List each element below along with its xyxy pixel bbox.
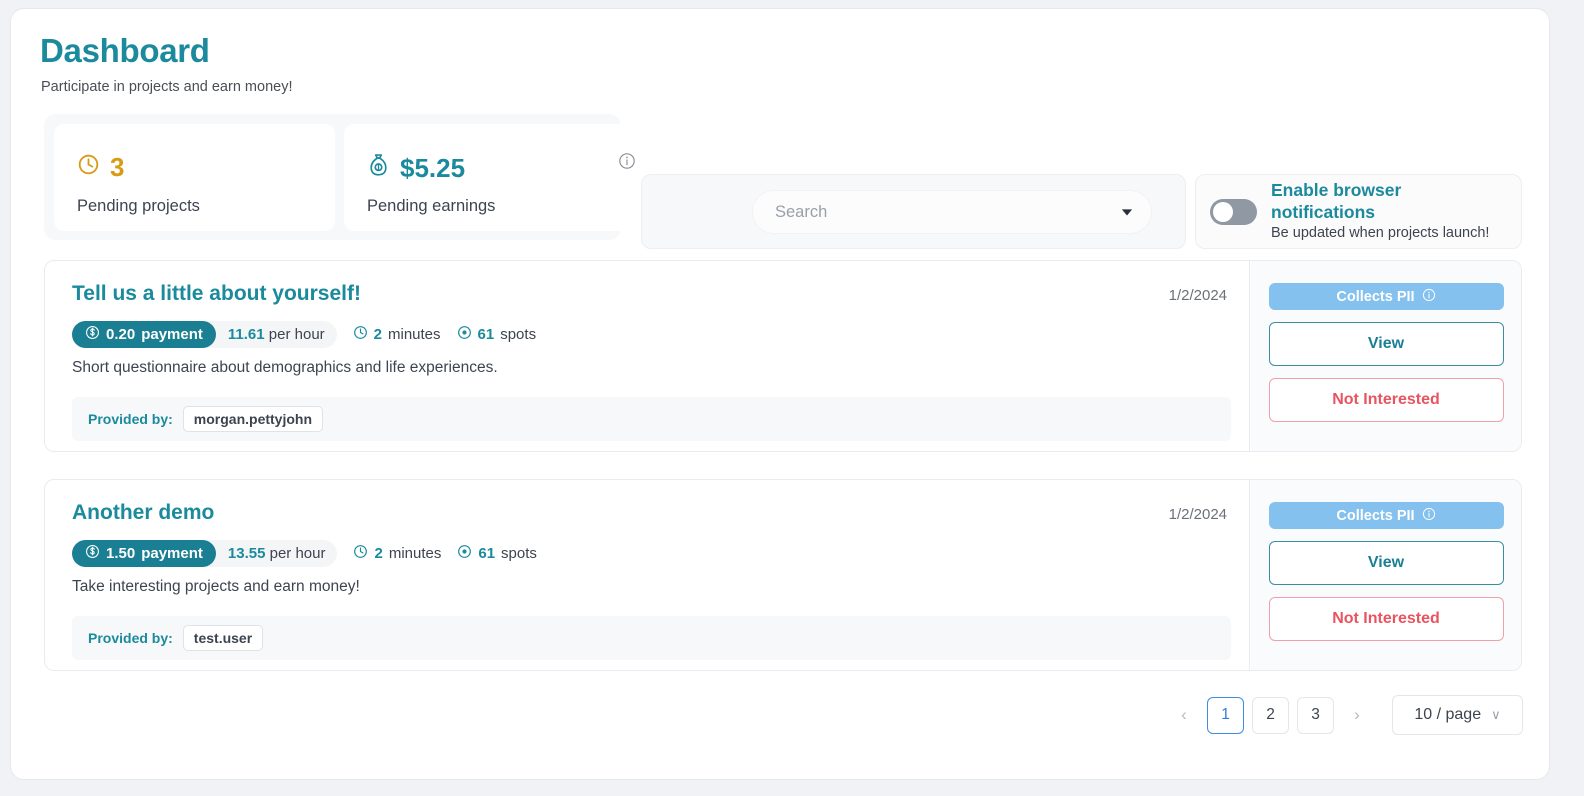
project-card-body: Tell us a little about yourself! 1/2/202… [45, 261, 1250, 451]
project-title[interactable]: Another demo [72, 501, 214, 525]
notifications-toggle[interactable] [1210, 199, 1257, 225]
money-bag-icon [367, 153, 390, 182]
notifications-subtitle: Be updated when projects launch! [1271, 224, 1507, 243]
duration-value: 2 [374, 326, 382, 343]
provided-by-user: morgan.pettyjohn [183, 406, 323, 432]
project-card: Another demo 1/2/2024 1.50 payment [44, 479, 1522, 671]
duration-unit: minutes [389, 545, 442, 562]
rate-unit: per hour [270, 545, 326, 562]
duration-unit: minutes [388, 326, 441, 343]
payment-badge: 0.20 payment [72, 321, 216, 348]
project-card: Tell us a little about yourself! 1/2/202… [44, 260, 1522, 452]
provided-by-label: Provided by: [88, 411, 173, 427]
rate-unit: per hour [269, 326, 325, 343]
payment-group: 1.50 payment 13.55 per hour [72, 540, 337, 567]
clock-icon [353, 544, 368, 563]
hourly-rate: 13.55 per hour [228, 545, 326, 562]
info-icon[interactable] [618, 152, 636, 170]
duration-item: 2 minutes [353, 544, 441, 563]
payment-unit: payment [141, 545, 203, 562]
chevron-down-icon: ∨ [1491, 707, 1501, 723]
spots-value: 61 [478, 326, 495, 343]
project-card-actions: Collects PII View Not Interested [1251, 261, 1521, 451]
search-input-wrapper[interactable] [752, 190, 1152, 234]
stat-label: Pending earnings [367, 197, 495, 216]
page-subtitle: Participate in projects and earn money! [41, 79, 292, 95]
project-meta-row: 1.50 payment 13.55 per hour [72, 540, 537, 567]
provided-by-label: Provided by: [88, 630, 173, 646]
rate-value: 11.61 [228, 326, 265, 343]
browser-notifications-panel: Enable browser notifications Be updated … [1195, 174, 1522, 249]
spots-value: 61 [478, 545, 495, 562]
pagination-page-2[interactable]: 2 [1252, 697, 1289, 734]
page-size-select[interactable]: 10 / page ∨ [1392, 695, 1523, 735]
stat-top-row: $5.25 [367, 153, 465, 182]
view-button[interactable]: View [1269, 541, 1504, 585]
provided-by-bar: Provided by: morgan.pettyjohn [72, 397, 1231, 441]
payment-amount: 0.20 [106, 326, 135, 343]
project-date: 1/2/2024 [1169, 506, 1227, 523]
dollar-circle-icon [85, 325, 100, 344]
collects-pii-badge[interactable]: Collects PII [1269, 283, 1504, 310]
view-button[interactable]: View [1269, 322, 1504, 366]
spots-unit: spots [500, 326, 536, 343]
pagination-prev-button[interactable]: ‹ [1169, 699, 1199, 731]
project-title[interactable]: Tell us a little about yourself! [72, 282, 361, 306]
project-card-actions: Collects PII View Not Interested [1251, 480, 1521, 670]
info-icon[interactable] [1422, 288, 1436, 306]
stats-strip: 3 Pending projects $5.25 Pending earning… [44, 114, 621, 240]
target-icon [457, 544, 472, 563]
notifications-text: Enable browser notifications Be updated … [1271, 180, 1507, 243]
provided-by-user: test.user [183, 625, 263, 651]
duration-value: 2 [374, 545, 382, 562]
project-card-body: Another demo 1/2/2024 1.50 payment [45, 480, 1250, 670]
page-title: Dashboard [40, 33, 210, 69]
collects-pii-badge[interactable]: Collects PII [1269, 502, 1504, 529]
payment-unit: payment [141, 326, 203, 343]
duration-item: 2 minutes [353, 325, 441, 344]
dashboard-page: Dashboard Participate in projects and ea… [10, 8, 1550, 780]
page-size-label: 10 / page [1414, 706, 1481, 724]
collects-pii-label: Collects PII [1336, 289, 1414, 305]
stat-label: Pending projects [77, 197, 200, 216]
target-icon [457, 325, 472, 344]
not-interested-button[interactable]: Not Interested [1269, 378, 1504, 422]
dollar-circle-icon [85, 544, 100, 563]
hourly-rate: 11.61 per hour [228, 326, 325, 343]
search-input[interactable] [753, 203, 1119, 222]
pagination: ‹ 1 2 3 › 10 / page ∨ [1169, 695, 1523, 735]
collects-pii-label: Collects PII [1336, 508, 1414, 524]
project-description: Take interesting projects and earn money… [72, 578, 360, 596]
notifications-title: Enable browser notifications [1271, 180, 1507, 224]
clock-icon [77, 153, 100, 181]
spots-item: 61 spots [457, 325, 537, 344]
provided-by-bar: Provided by: test.user [72, 616, 1231, 660]
payment-badge: 1.50 payment [72, 540, 216, 567]
clock-icon [353, 325, 368, 344]
chevron-down-icon[interactable] [1119, 204, 1135, 220]
pagination-next-button[interactable]: › [1342, 699, 1372, 731]
stat-value: 3 [110, 154, 124, 180]
not-interested-button[interactable]: Not Interested [1269, 597, 1504, 641]
project-description: Short questionnaire about demographics a… [72, 359, 498, 377]
payment-group: 0.20 payment 11.61 per hour [72, 321, 337, 348]
stat-top-row: 3 [77, 153, 124, 181]
payment-amount: 1.50 [106, 545, 135, 562]
project-date: 1/2/2024 [1169, 287, 1227, 304]
stat-card-pending-earnings: $5.25 Pending earnings [344, 124, 631, 231]
rate-value: 13.55 [228, 545, 266, 562]
info-icon[interactable] [1422, 507, 1436, 525]
stat-card-pending-projects: 3 Pending projects [54, 124, 335, 231]
pagination-page-3[interactable]: 3 [1297, 697, 1334, 734]
spots-item: 61 spots [457, 544, 537, 563]
search-panel [641, 174, 1186, 249]
pagination-page-1[interactable]: 1 [1207, 697, 1244, 734]
spots-unit: spots [501, 545, 537, 562]
project-meta-row: 0.20 payment 11.61 per hour [72, 321, 536, 348]
stat-value: $5.25 [400, 155, 465, 181]
toggle-knob [1213, 202, 1233, 222]
